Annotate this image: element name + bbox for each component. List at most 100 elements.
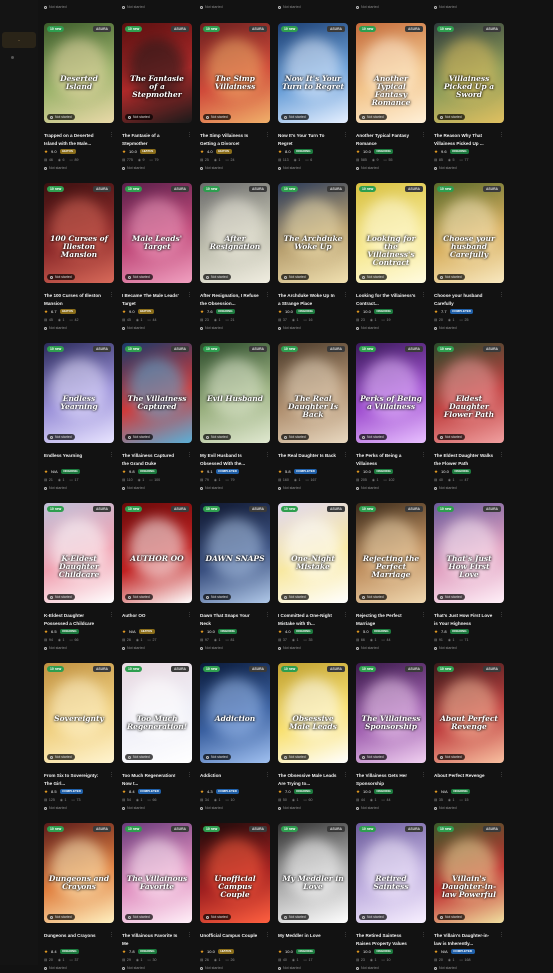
series-card[interactable]: 10 new ASURA The Real Daughter Is Back N… [278,343,348,493]
more-vertical-icon[interactable]: ⋮ [421,772,426,779]
series-title[interactable]: The Villainess Captured the Grand Duke [122,452,182,467]
series-title[interactable]: Too Much Regeneration! Now t... [122,772,182,787]
series-card[interactable]: 10 new ASURA The Fantasie of a Stepmothe… [122,23,192,173]
series-title[interactable]: I Became The Male Leads' Target [122,292,182,307]
more-vertical-icon[interactable]: ⋮ [109,772,114,779]
series-title[interactable]: The Real Daughter Is Back [278,452,338,460]
series-card[interactable]: 10 new ASURA Now It's Your Turn to Regre… [278,23,348,173]
series-card[interactable]: 10 new ASURA AUTHOR OO Not started Autho… [122,503,192,653]
series-card[interactable]: 10 new ASURA K-Eldest Daughter Childcare… [44,503,114,653]
series-card[interactable]: 10 new ASURA Choose your husband Careful… [434,183,504,333]
series-title[interactable]: K-Eldest Daughter Possessed a Childcare [44,612,104,627]
cover-image[interactable]: 10 new ASURA The Villainess Sponsorship … [356,663,426,763]
more-vertical-icon[interactable]: ⋮ [109,452,114,459]
more-vertical-icon[interactable]: ⋮ [109,132,114,139]
series-card[interactable]: 10 new ASURA Unofficial Campus Couple No… [200,823,270,973]
series-card[interactable]: 10 new ASURA The Villainess Captured Not… [122,343,192,493]
cover-image[interactable]: 10 new ASURA After Resignation Not start… [200,183,270,283]
series-title[interactable]: The Fantasie of a Stepmother [122,132,182,147]
series-title[interactable]: The Obsessive Male Leads Are Trying to..… [278,772,338,787]
series-card[interactable]: 10 new ASURA Sovereignty Not started Fro… [44,663,114,813]
cover-image[interactable]: 10 new ASURA The Real Daughter Is Back N… [278,343,348,443]
cover-image[interactable]: 10 new ASURA Rejecting the Perfect Marri… [356,503,426,603]
cover-image[interactable]: 10 new ASURA DAWN SNAPS Not started [200,503,270,603]
series-card[interactable]: 10 new ASURA Male Leads' Target Not star… [122,183,192,333]
series-card[interactable]: 10 new ASURA The Simp Villainess Not sta… [200,23,270,173]
more-vertical-icon[interactable]: ⋮ [187,932,192,939]
more-vertical-icon[interactable]: ⋮ [421,452,426,459]
cover-image[interactable]: 10 new ASURA Endless Yearning Not starte… [44,343,114,443]
series-title[interactable]: The Villainous Favorite Is Me [122,932,182,947]
series-title[interactable]: My Evil Husband Is Obsessed With the... [200,452,260,467]
series-title[interactable]: The Perks of Being a Villainess [356,452,416,467]
cover-image[interactable]: 10 new ASURA Dungeons and Crayons Not st… [44,823,114,923]
cover-image[interactable]: 10 new ASURA Evil Husband Not started [200,343,270,443]
sidebar-item-active[interactable]: ·· [2,32,36,48]
series-title[interactable]: Author OO [122,612,182,620]
series-title[interactable]: The Retired Saintess Raises Property Val… [356,932,416,947]
cover-image[interactable]: 10 new ASURA Sovereignty Not started [44,663,114,763]
series-title[interactable]: Dungeons and Crayons [44,932,104,940]
series-title[interactable]: From Six to Sovereignty: The Girl... [44,772,104,787]
cover-image[interactable]: 10 new ASURA Another Typical Fantasy Rom… [356,23,426,123]
series-card[interactable]: 10 new ASURA Too Much Regeneration! Not … [122,663,192,813]
series-title[interactable]: Rejecting the Perfect Marriage [356,612,416,627]
series-title[interactable]: Endless Yearning [44,452,104,460]
series-card[interactable]: 10 new ASURA Evil Husband Not started My… [200,343,270,493]
more-vertical-icon[interactable]: ⋮ [187,452,192,459]
series-title[interactable]: After Resignation, I Refuse the Obsessio… [200,292,260,307]
series-card[interactable]: 10 new ASURA The Villainess Sponsorship … [356,663,426,813]
more-vertical-icon[interactable]: ⋮ [343,132,348,139]
series-title[interactable]: Looking for the Villainess's Contract... [356,292,416,307]
cover-image[interactable]: 10 new ASURA The Villainous Favorite Not… [122,823,192,923]
series-title[interactable]: The Archduke Woke Up In a Strange Place [278,292,338,307]
more-vertical-icon[interactable]: ⋮ [187,132,192,139]
more-vertical-icon[interactable]: ⋮ [265,772,270,779]
series-card[interactable]: 10 new ASURA The Villainous Favorite Not… [122,823,192,973]
series-card[interactable]: 10 new ASURA 100 Curses of Illeston Mans… [44,183,114,333]
cover-image[interactable]: 10 new ASURA AUTHOR OO Not started [122,503,192,603]
series-card[interactable]: 10 new ASURA Another Typical Fantasy Rom… [356,23,426,173]
more-vertical-icon[interactable]: ⋮ [343,932,348,939]
series-card[interactable]: 10 new ASURA About Perfect Revenge Not s… [434,663,504,813]
more-vertical-icon[interactable]: ⋮ [499,292,504,299]
series-card[interactable]: 10 new ASURA Rejecting the Perfect Marri… [356,503,426,653]
series-title[interactable]: That's Just How First Love is Your Highn… [434,612,494,627]
cover-image[interactable]: 10 new ASURA Male Leads' Target Not star… [122,183,192,283]
series-title[interactable]: The 100 Curses of Illeston Mansion [44,292,104,307]
series-title[interactable]: Choose your husband Carefully [434,292,494,307]
series-title[interactable]: Unofficial Campus Couple [200,932,260,940]
cover-image[interactable]: 10 new ASURA Eldest Daughter Flower Path… [434,343,504,443]
more-vertical-icon[interactable]: ⋮ [265,132,270,139]
series-card[interactable]: 10 new ASURA Obsessive Male Leads Not st… [278,663,348,813]
more-vertical-icon[interactable]: ⋮ [109,612,114,619]
series-card[interactable]: 10 new ASURA Villain's Daughter-in-law P… [434,823,504,973]
cover-image[interactable]: 10 new ASURA One-Night Mistake Not start… [278,503,348,603]
more-vertical-icon[interactable]: ⋮ [421,292,426,299]
cover-image[interactable]: 10 new ASURA Perks of Being a Villainess… [356,343,426,443]
series-title[interactable]: Another Typical Fantasy Romance [356,132,416,147]
more-vertical-icon[interactable]: ⋮ [265,452,270,459]
cover-image[interactable]: 10 new ASURA Too Much Regeneration! Not … [122,663,192,763]
series-card[interactable]: 10 new ASURA Villainess Picked Up a Swor… [434,23,504,173]
cover-image[interactable]: 10 new ASURA Retired Saintess Not starte… [356,823,426,923]
more-vertical-icon[interactable]: ⋮ [187,292,192,299]
cover-image[interactable]: 10 new ASURA The Fantasie of a Stepmothe… [122,23,192,123]
series-card[interactable]: 10 new ASURA Endless Yearning Not starte… [44,343,114,493]
series-title[interactable]: The Simp Villainess Is Getting a Divorce… [200,132,260,147]
series-card[interactable]: 10 new ASURA Eldest Daughter Flower Path… [434,343,504,493]
more-vertical-icon[interactable]: ⋮ [109,932,114,939]
series-title[interactable]: Now It's Your Turn To Regret [278,132,338,147]
cover-image[interactable]: 10 new ASURA My Meddler in Love Not star… [278,823,348,923]
more-vertical-icon[interactable]: ⋮ [265,612,270,619]
cover-image[interactable]: 10 new ASURA The Archduke Woke Up Not st… [278,183,348,283]
cover-image[interactable]: 10 new ASURA Looking for the Villainess'… [356,183,426,283]
series-card[interactable]: 10 new ASURA Dungeons and Crayons Not st… [44,823,114,973]
cover-image[interactable]: 10 new ASURA That's Just How First Love … [434,503,504,603]
cover-image[interactable]: 10 new ASURA Obsessive Male Leads Not st… [278,663,348,763]
cover-image[interactable]: 10 new ASURA The Villainess Captured Not… [122,343,192,443]
series-card[interactable]: 10 new ASURA Addiction Not started Addic… [200,663,270,813]
cover-image[interactable]: 10 new ASURA Addiction Not started [200,663,270,763]
more-vertical-icon[interactable]: ⋮ [265,292,270,299]
series-card[interactable]: 10 new ASURA That's Just How First Love … [434,503,504,653]
